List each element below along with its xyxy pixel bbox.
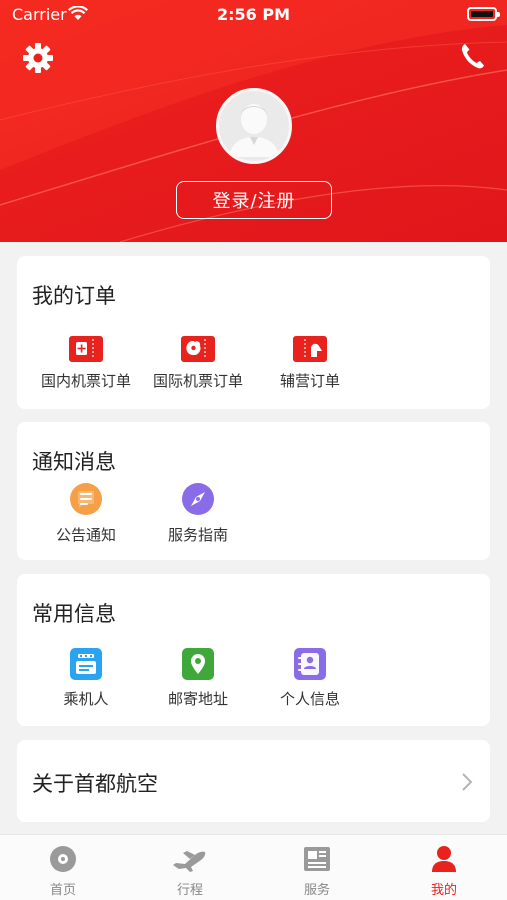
phone-icon[interactable] xyxy=(460,42,486,70)
airplane-icon xyxy=(173,851,206,872)
mailing-address-item[interactable]: 邮寄地址 xyxy=(142,648,254,709)
tab-services[interactable]: 服务 xyxy=(272,845,362,898)
profile-header: Carrier 2:56 PM 登录/注册 xyxy=(0,0,507,242)
tab-home-label: 首页 xyxy=(49,883,76,898)
contact-card-icon xyxy=(294,648,326,680)
service-guide-item[interactable]: 服务指南 xyxy=(142,482,254,545)
gear-icon[interactable] xyxy=(22,42,54,74)
service-guide-label: 服务指南 xyxy=(167,526,228,544)
about-row[interactable]: 关于首都航空 xyxy=(17,740,490,822)
domestic-ticket-orders[interactable]: 国内机票订单 xyxy=(30,336,142,391)
tab-mine-label: 我的 xyxy=(430,883,457,898)
tab-bar: 首页 行程 服务 我的 xyxy=(0,834,507,900)
tab-services-label: 服务 xyxy=(303,883,330,898)
passengers-item[interactable]: 乘机人 xyxy=(30,648,142,709)
ancillary-ticket-icon xyxy=(293,336,327,362)
chevron-right-icon xyxy=(462,773,473,791)
profile-icon xyxy=(432,846,456,872)
clock-label: 2:56 PM xyxy=(216,5,290,24)
domestic-ticket-icon xyxy=(69,336,103,362)
passenger-card-icon xyxy=(70,648,102,680)
international-ticket-orders[interactable]: 国际机票订单 xyxy=(142,336,254,391)
announcements-label: 公告通知 xyxy=(55,526,116,544)
tab-trips[interactable]: 行程 xyxy=(145,845,235,898)
notices-card: 通知消息 公告通知 服务指南 xyxy=(17,422,490,560)
international-ticket-orders-label: 国际机票订单 xyxy=(152,372,243,390)
international-ticket-icon xyxy=(181,336,215,362)
compass-icon xyxy=(182,483,214,515)
tab-mine[interactable]: 我的 xyxy=(399,845,489,898)
ancillary-orders-label: 辅营订单 xyxy=(279,372,340,390)
user-avatar-icon xyxy=(219,91,289,161)
home-disc-icon xyxy=(50,846,76,872)
passengers-label: 乘机人 xyxy=(63,690,109,708)
notices-title: 通知消息 xyxy=(32,450,116,474)
common-info-card: 常用信息 乘机人 邮寄地址 个人信息 xyxy=(17,574,490,726)
my-orders-title: 我的订单 xyxy=(32,284,116,308)
about-label: 关于首都航空 xyxy=(32,772,158,796)
mailing-address-label: 邮寄地址 xyxy=(167,690,228,708)
announcement-icon xyxy=(70,483,102,515)
battery-icon xyxy=(467,7,500,21)
avatar[interactable] xyxy=(216,88,292,164)
personal-info-item[interactable]: 个人信息 xyxy=(254,648,366,709)
domestic-ticket-orders-label: 国内机票订单 xyxy=(40,372,131,390)
status-bar: Carrier 2:56 PM xyxy=(0,0,507,30)
login-register-button[interactable]: 登录/注册 xyxy=(176,181,332,219)
service-newspaper-icon xyxy=(304,847,330,871)
ancillary-orders[interactable]: 辅营订单 xyxy=(254,336,366,391)
common-info-title: 常用信息 xyxy=(32,602,116,626)
map-pin-icon xyxy=(182,648,214,680)
my-orders-card: 我的订单 国内机票订单 国际机票订单 辅营订单 xyxy=(17,256,490,409)
tab-home[interactable]: 首页 xyxy=(18,845,108,898)
announcements-item[interactable]: 公告通知 xyxy=(30,482,142,545)
tab-trips-label: 行程 xyxy=(176,883,203,898)
personal-info-label: 个人信息 xyxy=(279,690,340,708)
